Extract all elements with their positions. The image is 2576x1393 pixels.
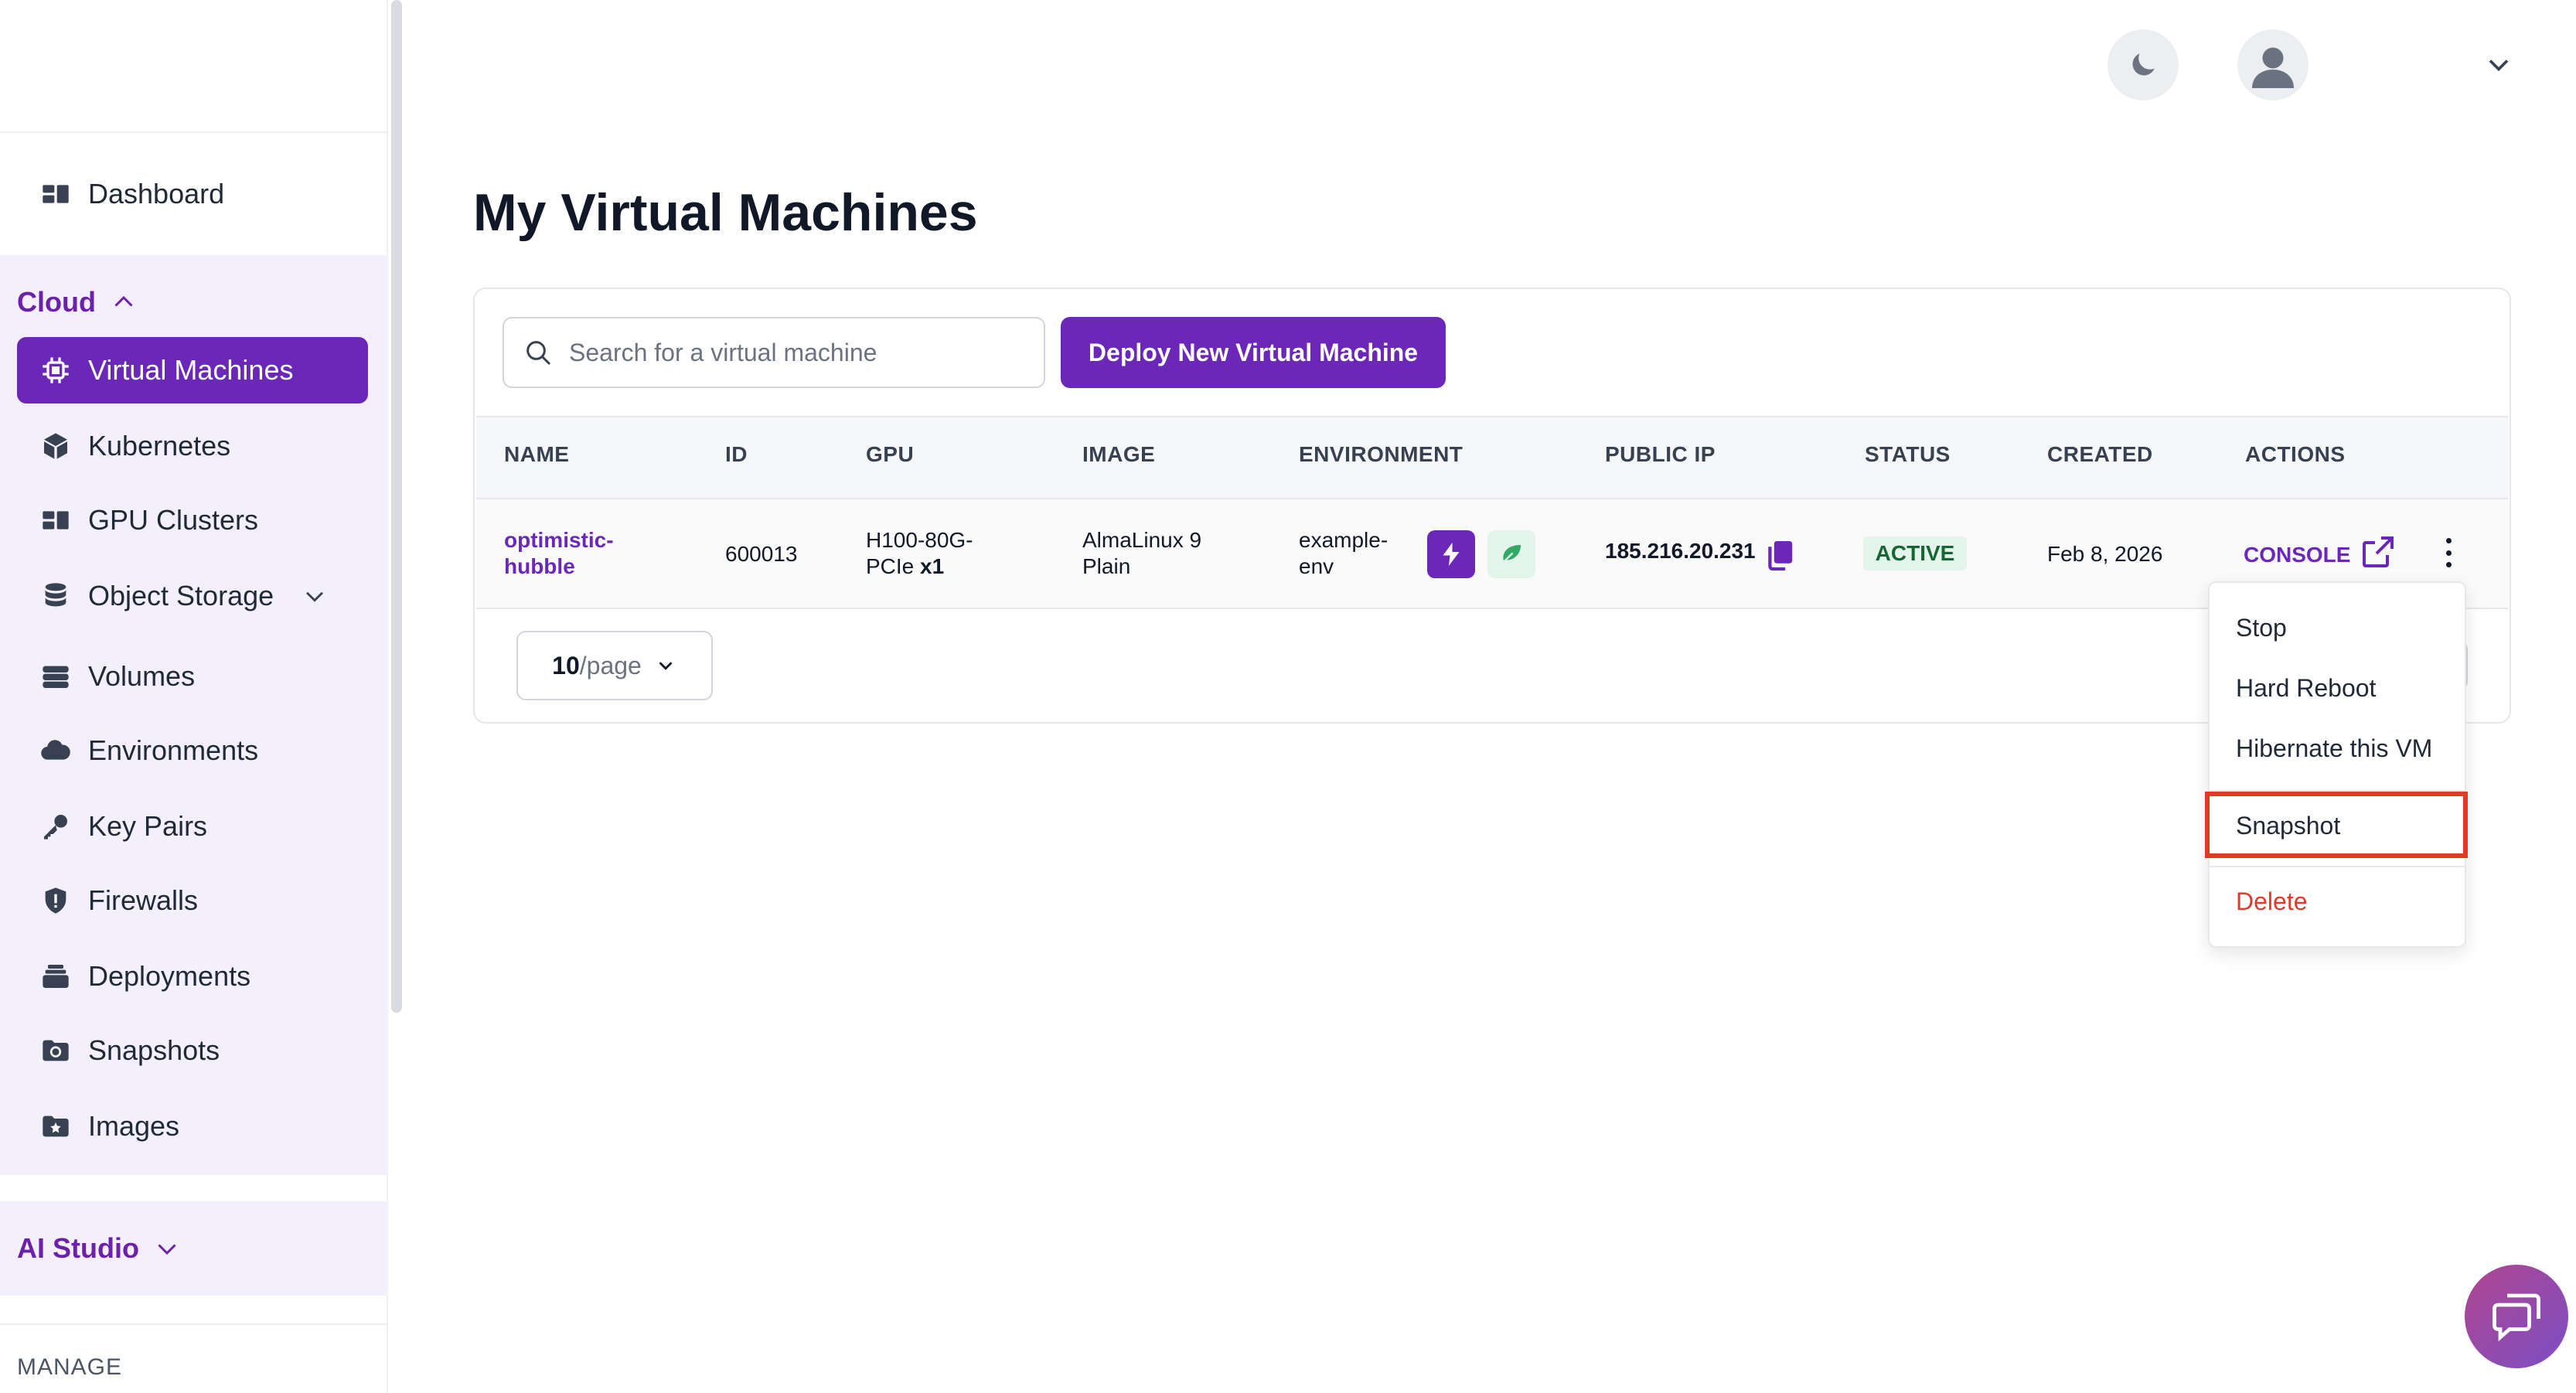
sidebar-divider <box>0 131 388 133</box>
server-icon <box>39 659 73 693</box>
env-bolt-badge[interactable] <box>1427 530 1475 578</box>
sidebar-item-label: Snapshots <box>88 1034 220 1066</box>
sidebar-item-volumes[interactable]: Volumes <box>17 643 368 710</box>
menu-divider <box>2210 866 2465 867</box>
ai-studio-section-label: AI Studio <box>17 1232 139 1264</box>
shield-icon <box>39 884 73 918</box>
page-title: My Virtual Machines <box>473 183 978 242</box>
user-icon <box>2252 47 2294 88</box>
status-badge: ACTIVE <box>1863 536 1967 570</box>
sidebar-item-label: Virtual Machines <box>88 354 294 386</box>
sidebar-item-label: Key Pairs <box>88 810 208 842</box>
menu-item-stop[interactable]: Stop <box>2236 614 2287 642</box>
column-header-image[interactable]: IMAGE <box>1082 442 1155 467</box>
column-header-environment[interactable]: ENVIRONMENT <box>1299 442 1463 467</box>
chevron-down-icon <box>158 1244 176 1255</box>
sidebar-item-label: Dashboard <box>88 178 225 209</box>
deploy-vm-button[interactable]: Deploy New Virtual Machine <box>1061 317 1446 388</box>
sidebar-item-object-storage[interactable]: Object Storage <box>17 563 368 629</box>
column-header-status[interactable]: STATUS <box>1865 442 1951 467</box>
lightning-icon <box>1443 543 1460 566</box>
sidebar-item-images[interactable]: Images <box>17 1093 368 1160</box>
vm-image: AlmaLinux 9 Plain <box>1082 528 1202 578</box>
sidebar-item-environments[interactable]: Environments <box>17 717 368 784</box>
cloud-section-toggle[interactable]: Cloud <box>17 286 138 318</box>
sidebar-item-gpu-clusters[interactable]: GPU Clusters <box>17 487 368 553</box>
column-header-created[interactable]: CREATED <box>2047 442 2153 467</box>
manage-section-label: MANAGE <box>17 1354 123 1380</box>
search-input[interactable] <box>569 338 1033 367</box>
column-header-name[interactable]: NAME <box>504 442 569 467</box>
column-header-actions: ACTIONS <box>2245 442 2346 466</box>
sidebar-item-virtual-machines[interactable]: Virtual Machines <box>17 337 368 404</box>
cloud-icon <box>39 734 73 768</box>
vm-environment: example- env <box>1299 528 1389 578</box>
vm-public-ip: 185.216.20.231 <box>1605 539 1756 563</box>
vm-id: 600013 <box>725 542 798 566</box>
menu-item-hibernate[interactable]: Hibernate this VM <box>2236 734 2432 763</box>
row-actions-menu-button[interactable] <box>2437 533 2460 572</box>
table-header <box>476 416 2508 499</box>
image-folder-icon <box>39 1109 73 1143</box>
search-box[interactable] <box>503 317 1045 388</box>
sidebar-item-deployments[interactable]: Deployments <box>17 943 368 1010</box>
moon-icon <box>2132 53 2155 76</box>
env-leaf-badge[interactable] <box>1487 530 1535 578</box>
kebab-dot <box>2445 538 2452 543</box>
sidebar-item-key-pairs[interactable]: Key Pairs <box>17 793 368 860</box>
sidebar-item-label: Object Storage <box>88 580 274 611</box>
sidebar-scrollbar[interactable] <box>391 0 402 1013</box>
chat-icon <box>2493 1293 2540 1342</box>
cloud-section-label: Cloud <box>17 286 96 318</box>
user-avatar-button[interactable] <box>2237 29 2309 100</box>
menu-item-hard-reboot[interactable]: Hard Reboot <box>2236 674 2376 703</box>
console-link[interactable]: CONSOLE <box>2244 543 2350 567</box>
theme-toggle-button[interactable] <box>2107 29 2179 100</box>
sidebar-item-label: Firewalls <box>88 884 199 916</box>
column-header-public-ip[interactable]: PUBLIC IP <box>1605 442 1716 467</box>
grid-icon <box>39 503 73 537</box>
sidebar-item-label: GPU Clusters <box>88 504 259 536</box>
sidebar-item-firewalls[interactable]: Firewalls <box>17 867 368 934</box>
account-menu-chevron-icon[interactable] <box>2482 48 2516 82</box>
sidebar-item-label: Environments <box>88 734 259 766</box>
sidebar-item-dashboard[interactable]: Dashboard <box>17 161 368 227</box>
page-size-select[interactable]: 10/page <box>516 631 713 700</box>
chevron-down-icon <box>306 591 323 602</box>
column-header-gpu[interactable]: GPU <box>866 442 914 467</box>
vm-created: Feb 8, 2026 <box>2047 542 2163 566</box>
vm-gpu: H100-80G- PCIe x1 <box>866 528 973 578</box>
key-icon <box>39 809 73 843</box>
ai-studio-section-toggle[interactable]: AI Studio <box>17 1232 181 1265</box>
chevron-up-icon <box>114 295 133 307</box>
copy-icon[interactable] <box>1766 540 1794 570</box>
snapshot-highlight-box <box>2205 792 2468 858</box>
snapshot-icon <box>39 1034 73 1068</box>
search-icon <box>526 341 551 366</box>
cube-icon <box>39 429 73 463</box>
layers-icon <box>39 959 73 993</box>
sidebar-item-label: Images <box>88 1110 180 1142</box>
database-icon <box>39 579 73 613</box>
dashboard-icon <box>39 177 73 211</box>
sidebar-item-snapshots[interactable]: Snapshots <box>17 1017 368 1084</box>
sidebar-item-label: Volumes <box>88 660 196 692</box>
chip-icon <box>39 353 73 387</box>
sidebar: Dashboard Cloud Virtual Machines Kuberne… <box>0 0 388 1393</box>
column-header-id[interactable]: ID <box>725 442 748 467</box>
leaf-icon <box>1501 545 1521 564</box>
sidebar-item-label: Deployments <box>88 960 251 992</box>
row-actions-dropdown: Stop Hard Reboot Hibernate this VM Snaps… <box>2208 581 2466 948</box>
sidebar-divider <box>0 1323 388 1325</box>
sidebar-item-label: Kubernetes <box>88 430 231 461</box>
external-link-icon[interactable] <box>2360 533 2397 570</box>
sidebar-item-kubernetes[interactable]: Kubernetes <box>17 413 368 479</box>
kebab-dot <box>2445 550 2452 556</box>
chat-support-button[interactable] <box>2465 1265 2568 1368</box>
kebab-dot <box>2445 562 2452 567</box>
chevron-down-icon <box>659 662 673 670</box>
menu-item-delete[interactable]: Delete <box>2236 887 2308 916</box>
vm-name-link[interactable]: optimistic- hubble <box>504 527 614 580</box>
